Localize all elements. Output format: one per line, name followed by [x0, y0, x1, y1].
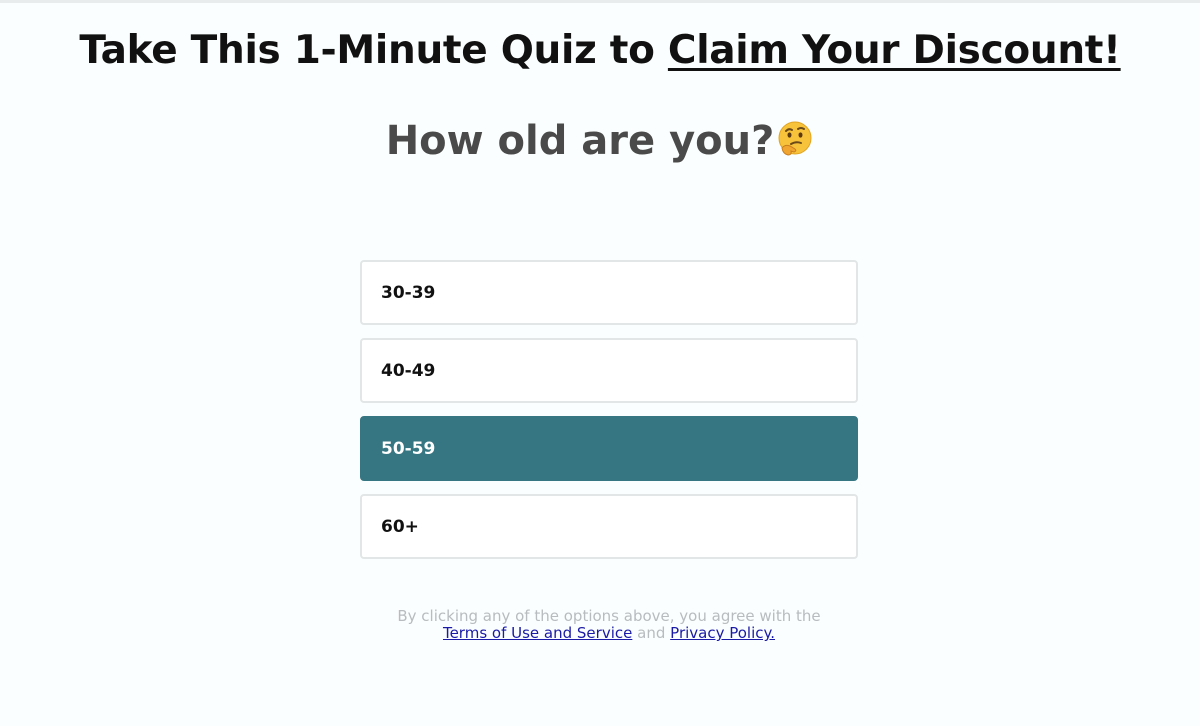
and-text: and — [637, 624, 666, 642]
claim-discount-link[interactable]: Claim Your Discount! — [668, 28, 1121, 73]
option-label: 40-49 — [381, 360, 436, 381]
answer-options: 30-39 40-49 50-59 60+ — [360, 260, 858, 572]
privacy-policy-link[interactable]: Privacy Policy. — [670, 624, 775, 642]
option-label: 60+ — [381, 516, 419, 537]
consent-disclaimer: By clicking any of the options above, yo… — [0, 608, 1200, 642]
quiz-question: How old are you? — [0, 118, 1200, 164]
disclaimer-links: Terms of Use and Service and Privacy Pol… — [0, 625, 1200, 642]
option-label: 50-59 — [381, 438, 436, 459]
top-divider — [0, 0, 1200, 3]
question-text: How old are you? — [385, 118, 775, 164]
page-headline: Take This 1-Minute Quiz to Claim Your Di… — [0, 28, 1200, 73]
option-50-59[interactable]: 50-59 — [360, 416, 858, 481]
option-label: 30-39 — [381, 282, 436, 303]
disclaimer-text: By clicking any of the options above, yo… — [397, 607, 821, 625]
thinking-face-icon — [778, 121, 812, 156]
option-30-39[interactable]: 30-39 — [360, 260, 858, 325]
option-60-plus[interactable]: 60+ — [360, 494, 858, 559]
headline-text: Take This 1-Minute Quiz to — [79, 28, 668, 73]
terms-link[interactable]: Terms of Use and Service — [443, 624, 632, 642]
option-40-49[interactable]: 40-49 — [360, 338, 858, 403]
